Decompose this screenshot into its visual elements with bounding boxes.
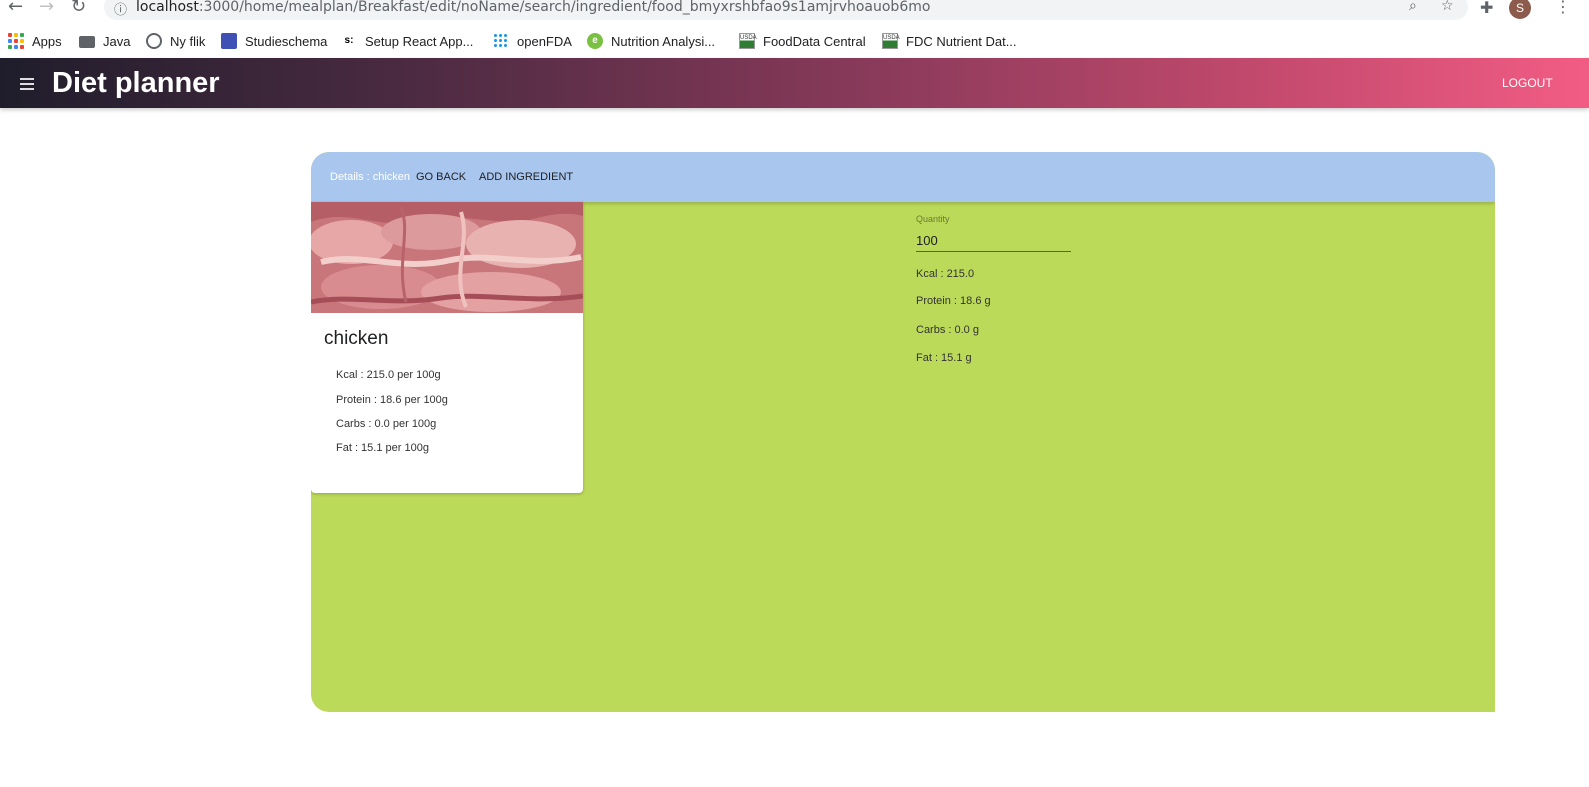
calculated-protein: Protein : 18.6 g [916,295,991,307]
carbs-per-100g: Carbs : 0.0 per 100g [336,418,437,430]
forward-arrow-icon[interactable]: → [39,0,54,17]
address-bar[interactable]: ⓘ localhost:3000/home/mealplan/Breakfast… [104,0,1468,20]
reload-icon[interactable]: ↻ [71,0,86,17]
bookmark-setup-react[interactable]: s: Setup React App... [341,31,474,51]
details-title: Details : chicken [330,171,410,183]
bookmarks-bar: Apps Java Ny flik Studieschema s: Setup … [0,28,1589,54]
back-arrow-icon[interactable]: ← [8,0,23,17]
edamam-icon: e [587,33,603,49]
raw-chicken-image [311,202,583,313]
address-url: localhost:3000/home/mealplan/Breakfast/e… [136,0,930,15]
calculated-carbs: Carbs : 0.0 g [916,324,979,336]
bookmark-fdc-nutrient[interactable]: USDA FDC Nutrient Dat... [882,31,1017,51]
profile-avatar[interactable]: S [1509,0,1531,19]
bookmark-label: FDC Nutrient Dat... [906,33,1017,49]
protein-per-100g: Protein : 18.6 per 100g [336,394,448,406]
fat-per-100g: Fat : 15.1 per 100g [336,442,429,454]
kcal-per-100g: Kcal : 215.0 per 100g [336,369,441,381]
browser-toolbar: ← → ↻ ⓘ localhost:3000/home/mealplan/Bre… [0,0,1589,20]
browser-menu-icon[interactable]: ⋮ [1555,0,1571,16]
calculated-kcal: Kcal : 215.0 [916,268,975,280]
globe-icon [146,33,162,49]
bookmark-label: Nutrition Analysi... [611,33,716,49]
calculated-fat: Fat : 15.1 g [916,352,972,364]
bookmark-label: Setup React App... [365,33,474,49]
bookmark-label: FoodData Central [763,33,866,49]
go-back-button[interactable]: GO BACK [416,171,466,183]
bookmark-label: Studieschema [245,33,328,49]
browser-chrome: ← → ↻ ⓘ localhost:3000/home/mealplan/Bre… [0,0,1589,58]
star-icon[interactable]: ☆ [1441,0,1454,14]
quantity-input[interactable] [916,230,1071,252]
url-path: :3000/home/mealplan/Breakfast/edit/noNam… [198,0,931,15]
bookmark-openfda[interactable]: openFDA [493,31,572,51]
food-name: chicken [324,328,389,349]
add-ingredient-button[interactable]: ADD INGREDIENT [479,171,573,183]
logout-button[interactable]: LOGOUT [1502,76,1553,90]
calendar-icon [221,33,237,49]
bookmark-label: openFDA [517,33,572,49]
quantity-label: Quantity [916,214,950,224]
bookmark-java[interactable]: Java [79,31,130,51]
openfda-icon [493,33,509,49]
zoom-icon[interactable]: ⌕ [1409,0,1417,14]
panel-header: Details : chicken GO BACK ADD INGREDIENT [311,152,1495,202]
bookmark-label: Ny flik [170,33,206,49]
details-prefix: Details : [330,171,370,183]
menu-icon[interactable] [20,78,34,93]
bookmark-label: Apps [32,33,62,49]
folder-icon [79,36,95,48]
apps-grid-icon [8,33,24,49]
app-bar: Diet planner LOGOUT [0,58,1589,108]
food-card: chicken Kcal : 215.0 per 100g Protein : … [311,202,583,493]
bookmark-apps[interactable]: Apps [8,31,62,51]
usda-icon: USDA [882,33,900,49]
extensions-puzzle-icon[interactable]: ✚ [1480,0,1493,17]
setup-react-icon: s: [344,35,354,46]
bookmark-nutrition-analysis[interactable]: e Nutrition Analysi... [587,31,715,51]
bookmark-ny-flik[interactable]: Ny flik [146,31,205,51]
app-title: Diet planner [52,67,220,99]
usda-icon: USDA [739,33,757,49]
details-name: chicken [372,171,411,183]
bookmark-studieschema[interactable]: Studieschema [221,31,327,51]
bookmark-fooddata-central[interactable]: USDA FoodData Central [739,31,866,51]
info-icon[interactable]: ⓘ [114,0,127,18]
food-image [311,202,583,313]
url-host: localhost [136,0,199,15]
ingredient-details-panel: Details : chicken GO BACK ADD INGREDIENT … [311,152,1495,712]
bookmark-label: Java [103,33,131,49]
